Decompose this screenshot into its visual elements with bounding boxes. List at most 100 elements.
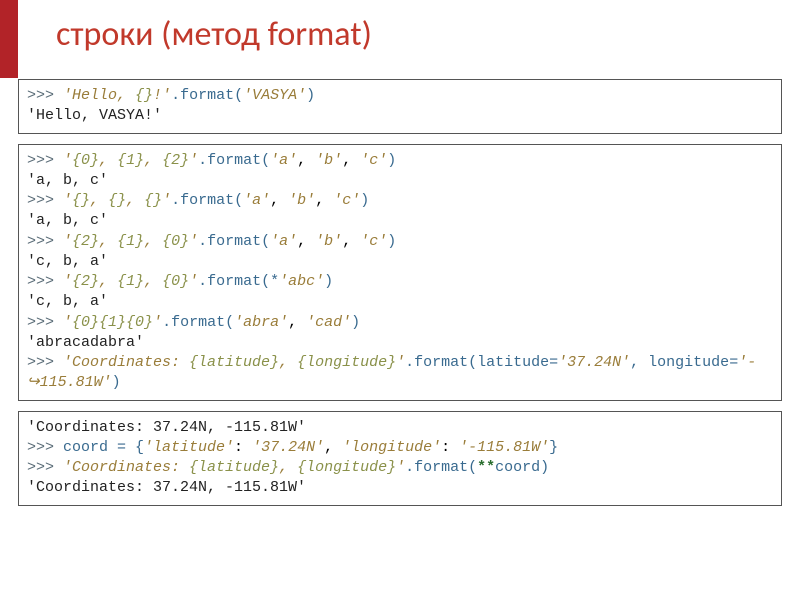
arg: '- xyxy=(738,354,756,371)
output: 'Coordinates: 37.24N, -115.81W' xyxy=(27,479,306,496)
comma: , xyxy=(270,192,288,209)
ph: {longitude} xyxy=(297,459,396,476)
q: ' xyxy=(63,192,72,209)
format-call: .format( xyxy=(171,87,243,104)
string-arg: 'VASYA' xyxy=(243,87,306,104)
comma: , xyxy=(342,152,360,169)
ph: {latitude} xyxy=(189,459,279,476)
brace: } xyxy=(549,439,558,456)
arg: 'b' xyxy=(315,152,342,169)
p: ) xyxy=(112,374,121,391)
s: , xyxy=(99,152,117,169)
s: , xyxy=(279,354,297,371)
format-placeholder: {} xyxy=(135,87,153,104)
output: 'abracadabra' xyxy=(27,334,144,351)
arg: 'cad' xyxy=(306,314,351,331)
ph: {0}{1}{0} xyxy=(72,314,153,331)
arg: 'b' xyxy=(288,192,315,209)
comma: , xyxy=(297,152,315,169)
arg: 'c' xyxy=(360,233,387,250)
p: ) xyxy=(324,273,333,290)
s: , xyxy=(279,459,297,476)
q: ' xyxy=(396,354,405,371)
arg-cont: ↪115.81W' xyxy=(27,374,112,391)
key: 'latitude' xyxy=(144,439,234,456)
accent-bar xyxy=(0,0,18,78)
fn: .format( xyxy=(198,273,270,290)
code-box-3: 'Coordinates: 37.24N, -115.81W' >>> coor… xyxy=(18,411,782,506)
star: * xyxy=(270,273,279,290)
s: , xyxy=(99,233,117,250)
ph: {longitude} xyxy=(297,354,396,371)
dstar: ** xyxy=(477,459,495,476)
repl-prompt: >>> xyxy=(27,439,63,456)
comma: , xyxy=(324,439,342,456)
val: '37.24N' xyxy=(252,439,324,456)
p: ) xyxy=(360,192,369,209)
q: ' xyxy=(189,273,198,290)
q: ' xyxy=(63,314,72,331)
s: 'Coordinates: xyxy=(63,354,189,371)
arg: 'abc' xyxy=(279,273,324,290)
s: , xyxy=(90,192,108,209)
s: 'Coordinates: xyxy=(63,459,189,476)
s: , xyxy=(99,273,117,290)
arg: 'a' xyxy=(270,233,297,250)
output: 'Hello, VASYA!' xyxy=(27,107,162,124)
arg: 'c' xyxy=(333,192,360,209)
comma: , xyxy=(288,314,306,331)
s: , xyxy=(126,192,144,209)
s: , xyxy=(144,233,162,250)
fn: .format( xyxy=(405,459,477,476)
ph: {2} xyxy=(72,233,99,250)
repl-prompt: >>> xyxy=(27,152,63,169)
q: ' xyxy=(189,233,198,250)
ph: {0} xyxy=(72,152,99,169)
paren-close: ) xyxy=(306,87,315,104)
q: ' xyxy=(153,314,162,331)
fn: .format( xyxy=(198,152,270,169)
q: ' xyxy=(63,233,72,250)
ph: {1} xyxy=(117,233,144,250)
output: 'a, b, c' xyxy=(27,172,108,189)
output: 'c, b, a' xyxy=(27,253,108,270)
repl-prompt: >>> xyxy=(27,233,63,250)
fn: .format( xyxy=(171,192,243,209)
p: ) xyxy=(387,233,396,250)
ph: {1} xyxy=(117,273,144,290)
q: ' xyxy=(162,192,171,209)
arg: 'c' xyxy=(360,152,387,169)
fn: , longitude= xyxy=(630,354,738,371)
repl-prompt: >>> xyxy=(27,87,63,104)
colon: : xyxy=(441,439,459,456)
ph: {latitude} xyxy=(189,354,279,371)
arg: 'a' xyxy=(243,192,270,209)
q: ' xyxy=(63,273,72,290)
q: ' xyxy=(63,152,72,169)
ph: {} xyxy=(144,192,162,209)
repl-prompt: >>> xyxy=(27,192,63,209)
arg: 'a' xyxy=(270,152,297,169)
ph: {} xyxy=(108,192,126,209)
string-literal: !' xyxy=(153,87,171,104)
arg: '37.24N' xyxy=(558,354,630,371)
page-title: строки (метод format) xyxy=(56,14,800,55)
ph: {2} xyxy=(162,152,189,169)
ph: {2} xyxy=(72,273,99,290)
arg: 'abra' xyxy=(234,314,288,331)
repl-prompt: >>> xyxy=(27,459,63,476)
s: , xyxy=(144,152,162,169)
comma: , xyxy=(342,233,360,250)
code-box-1: >>> 'Hello, {}!'.format('VASYA') 'Hello,… xyxy=(18,79,782,134)
repl-prompt: >>> xyxy=(27,273,63,290)
val: '-115.81W' xyxy=(459,439,549,456)
q: ' xyxy=(189,152,198,169)
fn: .format(latitude= xyxy=(405,354,558,371)
arg: 'b' xyxy=(315,233,342,250)
ph: {1} xyxy=(117,152,144,169)
arg: coord) xyxy=(495,459,549,476)
output: 'Coordinates: 37.24N, -115.81W' xyxy=(27,419,306,436)
output: 'c, b, a' xyxy=(27,293,108,310)
key: 'longitude' xyxy=(342,439,441,456)
output: 'a, b, c' xyxy=(27,212,108,229)
